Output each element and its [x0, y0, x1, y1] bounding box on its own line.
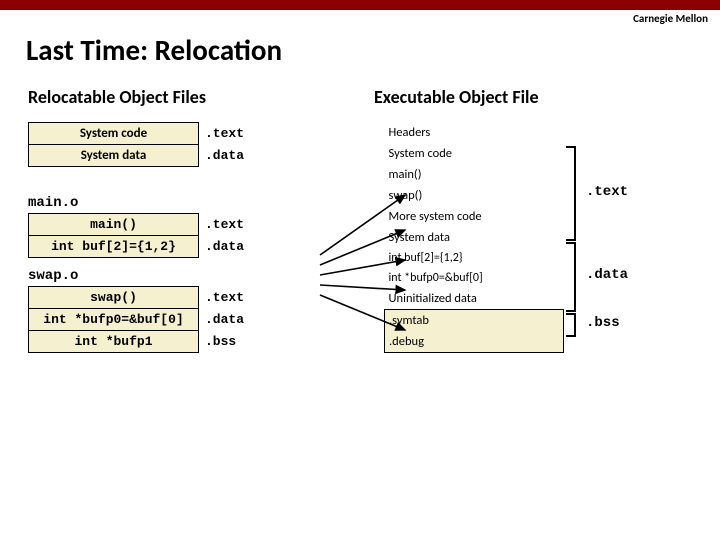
syscode-section: .text — [199, 123, 255, 145]
exec-swap: swap() — [385, 185, 564, 206]
exec-uninit: Uninitialized data — [385, 288, 564, 310]
system-data-cell: System data — [29, 145, 199, 167]
executable-table: Headers System code main() swap() More s… — [384, 122, 564, 353]
exec-sec-bss: .bss — [586, 315, 620, 331]
slide-title: Last Time: Relocation — [26, 32, 720, 68]
main-o-label: main.o — [28, 195, 318, 211]
swap-o-table: swap() .text int *bufp0=&buf[0] .data in… — [28, 286, 255, 353]
brand-label: Carnegie Mellon — [633, 12, 708, 25]
left-column: Relocatable Object Files System code .te… — [28, 86, 318, 359]
left-heading: Relocatable Object Files — [28, 86, 318, 108]
buf-decl-section: .data — [199, 236, 255, 258]
main-fn-cell: main() — [29, 214, 199, 236]
bufp1-section: .bss — [199, 331, 255, 353]
swap-o-label: swap.o — [28, 268, 318, 284]
main-o-table: main() .text int buf[2]={1,2} .data — [28, 213, 255, 258]
bracket-bss — [566, 313, 576, 337]
buf-decl-cell: int buf[2]={1,2} — [29, 236, 199, 258]
exec-sysdata: System data — [385, 227, 564, 248]
exec-headers: Headers — [385, 122, 564, 143]
right-heading: Executable Object File — [374, 86, 674, 108]
swap-fn-section: .text — [199, 287, 255, 309]
bracket-data — [566, 242, 576, 312]
exec-debug: .debug — [385, 331, 564, 353]
exec-bufp0: int *bufp0=&buf[0] — [385, 268, 564, 288]
exec-syscode: System code — [385, 143, 564, 164]
exec-sec-data: .data — [586, 267, 628, 283]
content-columns: Relocatable Object Files System code .te… — [0, 86, 720, 359]
exec-buf: int buf[2]={1,2} — [385, 248, 564, 268]
exec-more-sys: More system code — [385, 206, 564, 227]
exec-main: main() — [385, 164, 564, 185]
executable-table-wrap: Headers System code main() swap() More s… — [384, 122, 584, 353]
top-red-bar — [0, 0, 720, 10]
swap-fn-cell: swap() — [29, 287, 199, 309]
exec-symtab: .symtab — [385, 310, 564, 332]
main-fn-section: .text — [199, 214, 255, 236]
right-column: Executable Object File Headers System co… — [374, 86, 674, 353]
system-code-cell: System code — [29, 123, 199, 145]
system-table: System code .text System data .data — [28, 122, 255, 167]
exec-sec-text: .text — [586, 184, 628, 200]
sysdata-section: .data — [199, 145, 255, 167]
bufp1-cell: int *bufp1 — [29, 331, 199, 353]
bufp0-section: .data — [199, 309, 255, 331]
bufp0-cell: int *bufp0=&buf[0] — [29, 309, 199, 331]
bracket-text — [566, 146, 576, 241]
